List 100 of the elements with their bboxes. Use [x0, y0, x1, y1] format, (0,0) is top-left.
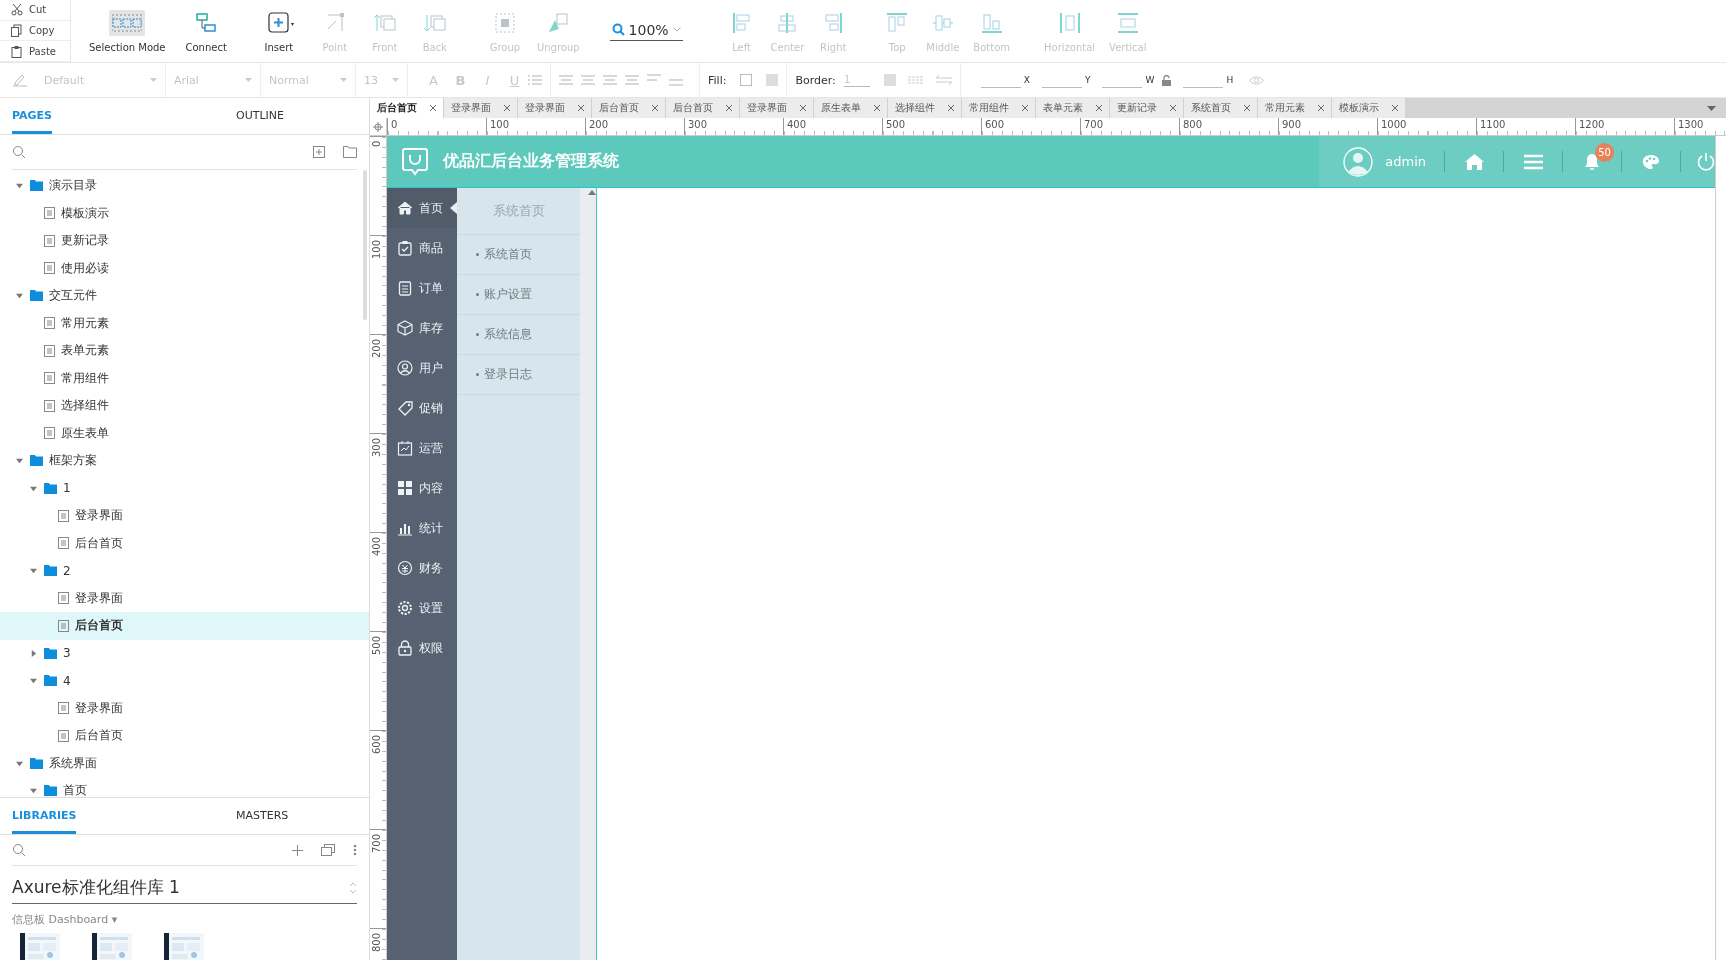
tree-item[interactable]: 原生表单 — [0, 419, 369, 447]
avatar-icon[interactable] — [1343, 146, 1374, 177]
close-icon[interactable] — [1021, 104, 1029, 112]
clipboard-button[interactable]: Cut — [0, 0, 70, 21]
tree-item[interactable]: 2 — [0, 557, 369, 585]
close-icon[interactable] — [577, 104, 585, 112]
toolbar-button[interactable]: Insert — [254, 0, 303, 62]
close-icon[interactable] — [947, 104, 955, 112]
close-icon[interactable] — [725, 104, 733, 112]
nav-item[interactable]: 商品 — [387, 228, 457, 268]
caret-down-icon[interactable] — [15, 759, 23, 767]
close-icon[interactable] — [429, 104, 437, 112]
document-tab[interactable]: 原生表单 — [814, 98, 888, 118]
nav-item[interactable]: 促销 — [387, 388, 457, 428]
close-icon[interactable] — [1169, 104, 1177, 112]
caret-down-icon[interactable] — [15, 292, 23, 300]
document-tab[interactable]: 更新记录 — [1110, 98, 1184, 118]
tree-item[interactable]: 选择组件 — [0, 392, 369, 420]
caret-down-icon[interactable] — [29, 484, 37, 492]
fill-color-swatch[interactable] — [740, 74, 753, 86]
power-icon[interactable] — [1697, 152, 1715, 171]
clipboard-button[interactable]: Copy — [0, 20, 70, 42]
nav-item[interactable]: 内容 — [387, 468, 457, 508]
caret-down-icon[interactable] — [1707, 105, 1716, 111]
tree-item[interactable]: 登录界面 — [0, 694, 369, 722]
tree-item[interactable]: 4 — [0, 667, 369, 695]
nav-item[interactable]: 财务 — [387, 548, 457, 588]
palette-icon[interactable] — [1642, 153, 1660, 170]
plus-icon[interactable] — [292, 844, 303, 856]
tree-item[interactable]: 常用元素 — [0, 309, 369, 337]
document-tab[interactable]: 常用组件 — [962, 98, 1036, 118]
document-tab[interactable]: 表单元素 — [1036, 98, 1110, 118]
panel-tab[interactable]: LIBRARIES — [0, 798, 184, 834]
document-tab[interactable]: 登录界面 — [740, 98, 814, 118]
tree-item[interactable]: 1 — [0, 474, 369, 502]
close-icon[interactable] — [1095, 104, 1103, 112]
lock-icon[interactable] — [1162, 74, 1172, 86]
close-icon[interactable] — [1317, 104, 1325, 112]
tree-item[interactable]: 表单元素 — [0, 337, 369, 365]
category-dropdown[interactable]: 信息板 Dashboard ▾ — [12, 912, 357, 927]
more-icon[interactable] — [353, 844, 357, 856]
tree-item[interactable]: 后台首页 — [0, 612, 369, 640]
tree-item[interactable]: 更新记录 — [0, 227, 369, 255]
caret-down-icon[interactable] — [29, 787, 37, 795]
tree-item[interactable]: 系统界面 — [0, 749, 369, 777]
folder-icon[interactable] — [343, 146, 357, 158]
windows-icon[interactable] — [321, 844, 335, 856]
library-dropdown[interactable]: Axure标准化组件库 1 — [12, 872, 357, 904]
caret-down-icon[interactable] — [29, 567, 37, 575]
document-tab[interactable]: 系统首页 — [1184, 98, 1258, 118]
nav-item[interactable]: 设置 — [387, 588, 457, 628]
close-icon[interactable] — [1243, 104, 1251, 112]
fill-color-swatch[interactable] — [766, 74, 779, 86]
nav-item[interactable]: 首页 — [387, 188, 457, 228]
panel-tab[interactable]: MASTERS — [184, 798, 368, 834]
document-tab[interactable]: 后台首页 — [592, 98, 666, 118]
tree-item[interactable]: 模板演示 — [0, 199, 369, 227]
document-tab[interactable]: 登录界面 — [518, 98, 592, 118]
nav-item[interactable]: 统计 — [387, 508, 457, 548]
zoom-dropdown[interactable]: 100% — [609, 21, 683, 41]
close-icon[interactable] — [503, 104, 511, 112]
nav-item[interactable]: 用户 — [387, 348, 457, 388]
nav-item[interactable]: 订单 — [387, 268, 457, 308]
nav-item[interactable]: 库存 — [387, 308, 457, 348]
caret-right-icon[interactable] — [29, 649, 37, 657]
menu-icon[interactable] — [1523, 153, 1543, 170]
home-icon[interactable] — [1463, 152, 1485, 171]
caret-down-icon[interactable] — [15, 457, 23, 465]
document-tab[interactable]: 常用元素 — [1258, 98, 1332, 118]
document-tab[interactable]: 选择组件 — [888, 98, 962, 118]
document-tab[interactable]: 后台首页 — [666, 98, 740, 118]
document-tab[interactable]: 后台首页 — [370, 98, 444, 118]
tree-item[interactable]: 框架方案 — [0, 447, 369, 475]
close-icon[interactable] — [1391, 104, 1399, 112]
tree-item[interactable]: 后台首页 — [0, 722, 369, 750]
tree-item[interactable]: 演示目录 — [0, 172, 369, 200]
tree-item[interactable]: 后台首页 — [0, 529, 369, 557]
close-icon[interactable] — [873, 104, 881, 112]
document-tab[interactable]: 登录界面 — [444, 98, 518, 118]
close-icon[interactable] — [651, 104, 659, 112]
tree-item[interactable]: 使用必读 — [0, 254, 369, 282]
add-page-icon[interactable] — [313, 146, 325, 158]
panel-tab[interactable]: OUTLINE — [184, 98, 368, 134]
tree-item[interactable]: 登录界面 — [0, 584, 369, 612]
crosshair-icon[interactable] — [373, 121, 383, 132]
search-icon[interactable] — [12, 145, 26, 159]
close-icon[interactable] — [799, 104, 807, 112]
toolbar-button[interactable]: Selection Mode — [83, 0, 172, 62]
bell-icon[interactable] — [1584, 152, 1600, 171]
nav-item[interactable]: 权限 — [387, 628, 457, 668]
caret-down-icon[interactable] — [15, 182, 23, 190]
document-tab[interactable]: 模板演示 — [1332, 98, 1406, 118]
tree-item[interactable]: 登录界面 — [0, 502, 369, 530]
tree-item[interactable]: 3 — [0, 639, 369, 667]
tree-item[interactable]: 首页 — [0, 777, 369, 797]
search-icon[interactable] — [12, 843, 26, 857]
toolbar-button[interactable]: Connect — [179, 0, 233, 62]
caret-down-icon[interactable] — [29, 677, 37, 685]
nav-item[interactable]: 运营 — [387, 428, 457, 468]
tree-item[interactable]: 交互元件 — [0, 282, 369, 310]
